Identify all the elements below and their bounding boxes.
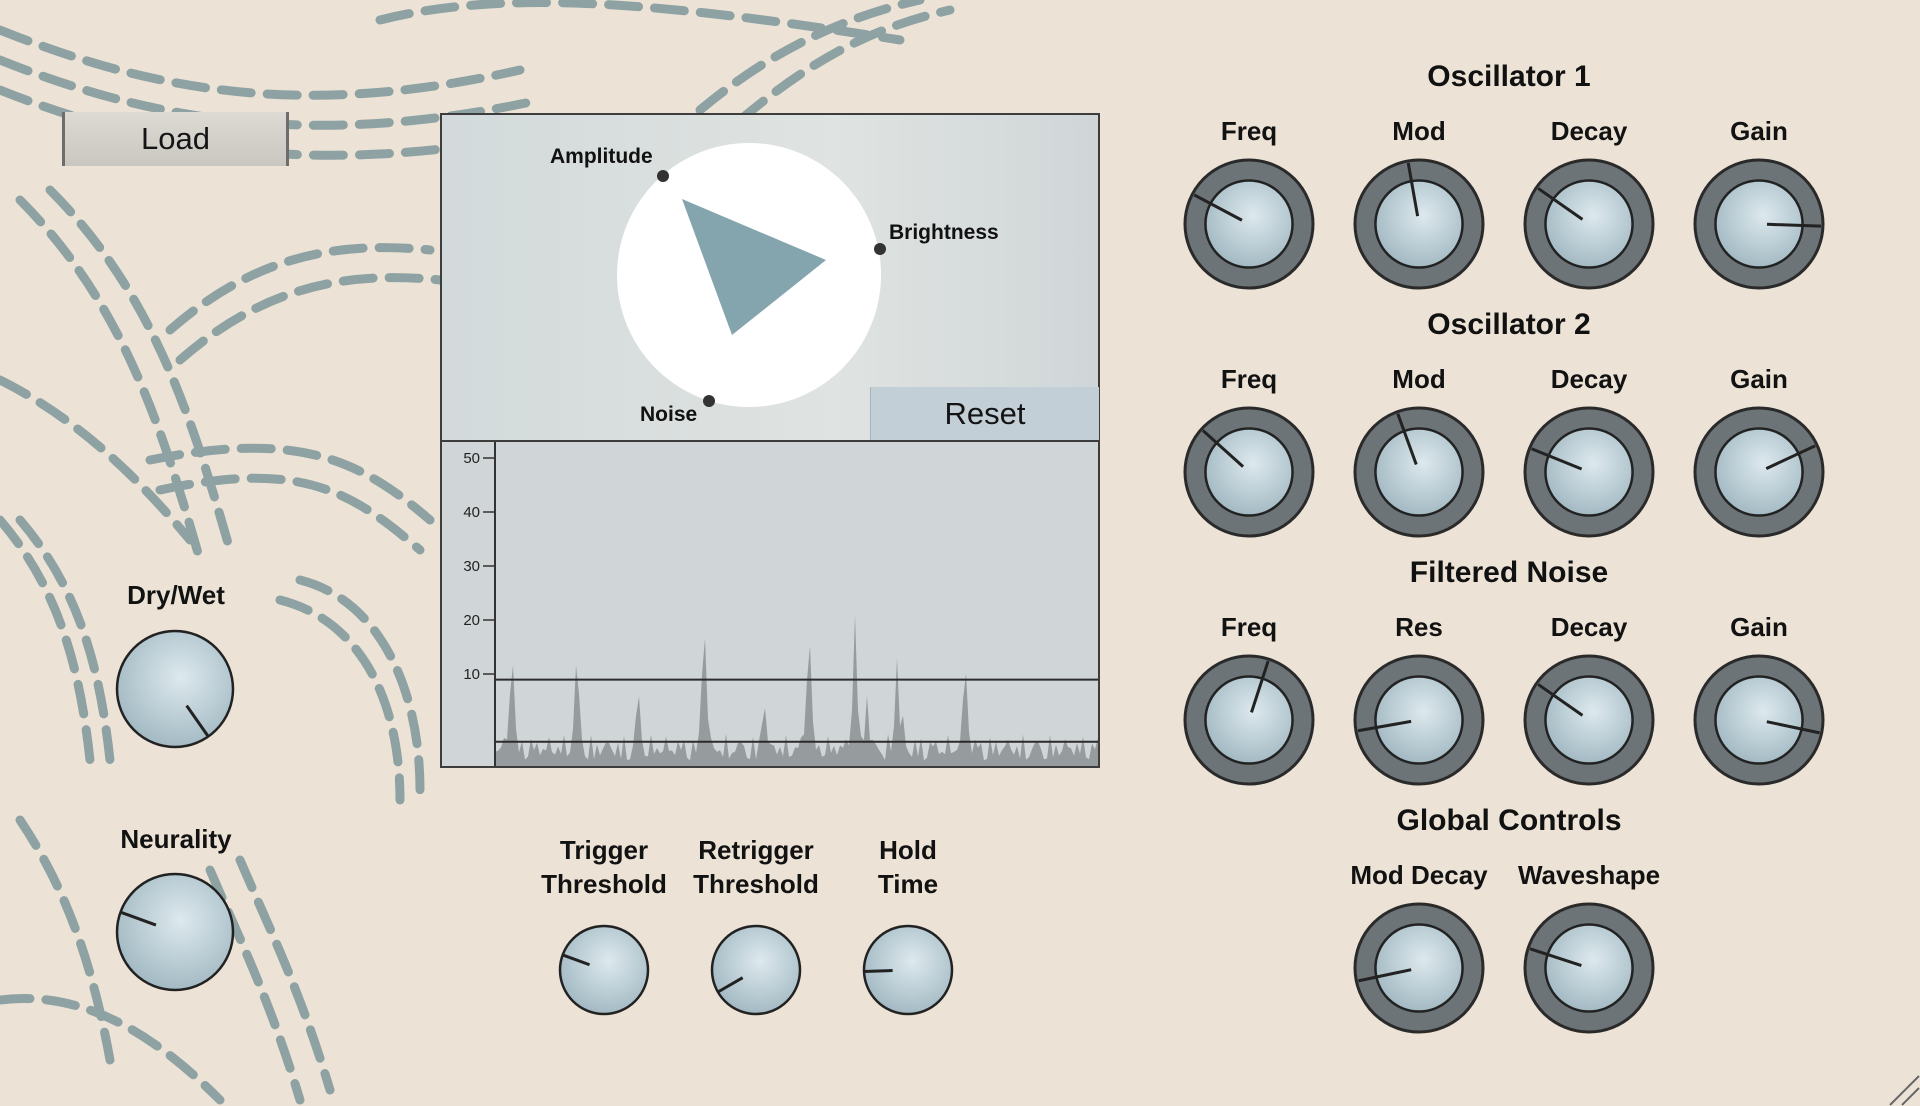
brightness-label: Brightness <box>889 221 999 244</box>
trigger-threshold-knob[interactable] <box>558 924 650 1016</box>
y-tick-label: 40 <box>463 504 480 521</box>
noise-decay-knob[interactable] <box>1523 654 1655 786</box>
resize-grip-icon[interactable] <box>1886 1072 1920 1106</box>
spectrum-graph: 50 40 30 20 10 <box>463 442 1098 766</box>
knob-pointer <box>863 969 893 974</box>
osc1-gain-knob[interactable] <box>1693 158 1825 290</box>
noise-gain-label: Gain <box>1730 612 1788 642</box>
dry-wet-label: Dry/Wet <box>127 580 225 610</box>
osc2-mod-label: Mod <box>1392 364 1446 394</box>
y-tick-label: 50 <box>463 450 480 467</box>
hold-time-knob[interactable] <box>862 924 954 1016</box>
brightness-handle <box>874 243 886 255</box>
osc1-decay-knob[interactable] <box>1523 158 1655 290</box>
neurality-label: Neurality <box>120 824 232 854</box>
osc1-mod-knob[interactable] <box>1353 158 1485 290</box>
osc2-gain-label: Gain <box>1730 364 1788 394</box>
reset-button[interactable]: Reset <box>870 387 1099 440</box>
waveshape-label: Waveshape <box>1517 860 1661 890</box>
oscillator-2-title: Oscillator 2 <box>1427 308 1591 341</box>
osc1-mod-label: Mod <box>1392 116 1446 146</box>
noise-res-label: Res <box>1395 612 1443 642</box>
y-tick-label: 30 <box>463 558 480 575</box>
osc2-gain-knob[interactable] <box>1693 406 1825 538</box>
global-controls-title: Global Controls <box>1396 804 1622 837</box>
osc1-gain-label: Gain <box>1730 116 1788 146</box>
mod-decay-label: Mod Decay <box>1350 860 1488 890</box>
noise-decay-label: Decay <box>1550 612 1628 642</box>
noise-handle <box>703 395 715 407</box>
noise-gain-knob[interactable] <box>1693 654 1825 786</box>
load-button[interactable]: Load <box>62 112 289 166</box>
osc1-freq-knob[interactable] <box>1183 158 1315 290</box>
trigger-threshold-label: Trigger Threshold <box>541 835 667 899</box>
y-tick-label: 10 <box>463 666 480 683</box>
mod-decay-knob[interactable] <box>1353 902 1485 1034</box>
osc2-freq-label: Freq <box>1220 364 1278 394</box>
knob-pointer <box>1766 222 1822 228</box>
amplitude-label: Amplitude <box>550 145 653 168</box>
neurality-knob[interactable] <box>115 872 235 992</box>
osc2-freq-knob[interactable] <box>1183 406 1315 538</box>
osc2-mod-knob[interactable] <box>1353 406 1485 538</box>
retrigger-threshold-knob[interactable] <box>710 924 802 1016</box>
dry-wet-knob[interactable] <box>115 629 235 749</box>
osc2-decay-knob[interactable] <box>1523 406 1655 538</box>
noise-res-knob[interactable] <box>1353 654 1485 786</box>
waveshape-knob[interactable] <box>1523 902 1655 1034</box>
osc1-decay-label: Decay <box>1550 116 1628 146</box>
filtered-noise-title: Filtered Noise <box>1409 556 1609 589</box>
amplitude-handle <box>657 170 669 182</box>
osc1-freq-label: Freq <box>1220 116 1278 146</box>
noise-freq-knob[interactable] <box>1183 654 1315 786</box>
spectrum-display: 50 40 30 20 10 <box>440 440 1100 768</box>
retrigger-threshold-label: Retrigger Threshold <box>693 835 819 899</box>
osc2-decay-label: Decay <box>1550 364 1628 394</box>
spectrum-fill <box>495 614 1098 766</box>
hold-time-label: Hold Time <box>877 835 939 899</box>
oscillator-1-title: Oscillator 1 <box>1427 60 1591 93</box>
y-tick-label: 20 <box>463 612 480 629</box>
noise-label: Noise <box>640 403 698 426</box>
noise-freq-label: Freq <box>1220 612 1278 642</box>
